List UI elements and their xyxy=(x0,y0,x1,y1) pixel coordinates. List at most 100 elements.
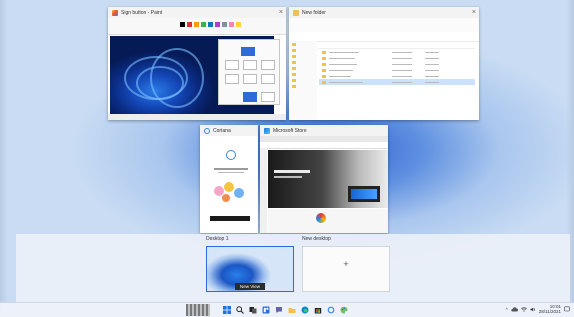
virtual-desktops-bar: Desktop 1 New View New desktop + xyxy=(16,234,570,302)
notification-icon[interactable] xyxy=(564,306,570,313)
color-swatch[interactable] xyxy=(229,22,234,27)
store-app-icon xyxy=(264,127,270,134)
hero-heading xyxy=(274,170,310,173)
search-icon[interactable] xyxy=(235,305,244,314)
paint-window[interactable]: Sign button - Paint × xyxy=(108,7,286,120)
widgets-icon[interactable] xyxy=(261,305,270,314)
sign-in-heading xyxy=(214,168,248,170)
color-swatch[interactable] xyxy=(208,22,213,27)
wifi-icon[interactable] xyxy=(520,306,527,313)
paint-toolbar[interactable] xyxy=(108,18,286,35)
chat-icon[interactable] xyxy=(274,305,283,314)
file-icon xyxy=(322,62,326,66)
cancel-button[interactable] xyxy=(261,92,275,102)
explorer-window-titlebar[interactable]: New folder xyxy=(289,7,479,18)
explorer-command-bar[interactable] xyxy=(289,18,479,33)
store-lower-content xyxy=(268,209,388,233)
paint-icon[interactable] xyxy=(339,305,348,314)
bloom-petal xyxy=(150,48,204,108)
close-icon[interactable]: × xyxy=(279,8,283,17)
plus-icon: + xyxy=(343,259,349,269)
photo-overlay-thumbnail xyxy=(186,304,210,316)
folder-icon xyxy=(292,72,296,76)
browser-address-bar[interactable] xyxy=(260,142,388,149)
folder-icon xyxy=(292,66,296,70)
clock-date: 28/11/2021 xyxy=(538,308,561,314)
explorer-file-list[interactable] xyxy=(319,41,475,85)
color-swatch[interactable] xyxy=(194,22,199,27)
file-icon xyxy=(322,74,326,78)
color-swatch[interactable] xyxy=(180,22,185,27)
new-view-badge[interactable]: New View xyxy=(235,283,265,290)
folder-icon xyxy=(292,78,296,82)
color-swatch[interactable] xyxy=(201,22,206,27)
volume-icon[interactable] xyxy=(530,307,536,313)
edge-icon[interactable] xyxy=(300,305,309,314)
cortana-ring-icon xyxy=(226,150,236,160)
close-icon[interactable]: × xyxy=(472,8,476,17)
store-window-title: Microsoft Store xyxy=(273,127,307,134)
app-tile-icon[interactable] xyxy=(316,213,326,223)
folder-icon xyxy=(292,84,296,88)
file-icon xyxy=(322,68,326,72)
color-swatch[interactable] xyxy=(222,22,227,27)
hero-subtext xyxy=(274,176,302,178)
file-row-selected[interactable] xyxy=(319,79,475,85)
color-swatch[interactable] xyxy=(187,22,192,27)
dialog-field[interactable] xyxy=(243,60,257,70)
illustration-circle xyxy=(224,182,234,192)
cortana-window-titlebar[interactable]: Cortana xyxy=(200,125,258,136)
folder-icon xyxy=(292,54,296,58)
cortana-app-icon xyxy=(204,127,210,134)
folder-icon xyxy=(292,42,296,46)
store-icon[interactable] xyxy=(313,305,322,314)
illustration-circle xyxy=(222,194,230,202)
desktop-1-thumbnail[interactable]: New View xyxy=(206,246,294,292)
folder-icon xyxy=(292,60,296,64)
paint-status-bar xyxy=(108,114,286,120)
file-icon xyxy=(322,50,326,54)
file-explorer-icon[interactable] xyxy=(287,305,296,314)
start-icon[interactable] xyxy=(222,305,231,314)
illustration-circle xyxy=(234,188,244,198)
ok-button[interactable] xyxy=(243,92,257,102)
dialog-field[interactable] xyxy=(261,74,275,84)
new-desktop-button[interactable]: + xyxy=(302,246,390,292)
folder-icon xyxy=(293,9,299,16)
explorer-window-title: New folder xyxy=(302,9,326,16)
dialog-field[interactable] xyxy=(225,74,239,84)
file-icon xyxy=(322,56,326,60)
paint-resize-dialog[interactable] xyxy=(218,39,280,105)
system-tray[interactable]: ^ 10:01 28/11/2021 xyxy=(506,304,570,314)
paint-window-title: Sign button - Paint xyxy=(121,9,163,16)
store-hero-banner[interactable] xyxy=(268,150,388,208)
taskbar: ^ 10:01 28/11/2021 xyxy=(0,302,574,317)
selected-option[interactable] xyxy=(241,47,255,56)
file-icon xyxy=(322,80,326,84)
cloud-icon[interactable] xyxy=(511,306,518,313)
store-window-titlebar[interactable]: Microsoft Store xyxy=(260,125,388,136)
store-sidebar[interactable] xyxy=(260,148,267,233)
cortana-icon[interactable] xyxy=(326,305,335,314)
dialog-field[interactable] xyxy=(243,74,257,84)
explorer-navigation-pane[interactable] xyxy=(289,41,317,120)
desktop-1-label: Desktop 1 xyxy=(206,236,229,242)
file-list-header[interactable] xyxy=(319,41,475,49)
cortana-window-title: Cortana xyxy=(213,127,231,134)
file-explorer-window[interactable]: New folder × xyxy=(289,7,479,120)
task-view-icon[interactable] xyxy=(248,305,257,314)
sign-in-button[interactable] xyxy=(210,216,250,221)
color-swatch[interactable] xyxy=(215,22,220,27)
paint-window-titlebar[interactable]: Sign button - Paint xyxy=(108,7,286,18)
microsoft-store-window[interactable]: Microsoft Store xyxy=(260,125,388,233)
color-swatch[interactable] xyxy=(236,22,241,27)
dialog-field[interactable] xyxy=(225,60,239,70)
chevron-up-icon[interactable]: ^ xyxy=(506,307,508,312)
clock[interactable]: 10:01 28/11/2021 xyxy=(538,304,561,314)
nav-item[interactable] xyxy=(289,83,317,89)
cortana-window[interactable]: Cortana xyxy=(200,125,258,233)
cortana-content xyxy=(200,136,258,233)
dialog-field[interactable] xyxy=(261,60,275,70)
folder-icon xyxy=(292,48,296,52)
featured-app-card[interactable] xyxy=(348,186,380,202)
